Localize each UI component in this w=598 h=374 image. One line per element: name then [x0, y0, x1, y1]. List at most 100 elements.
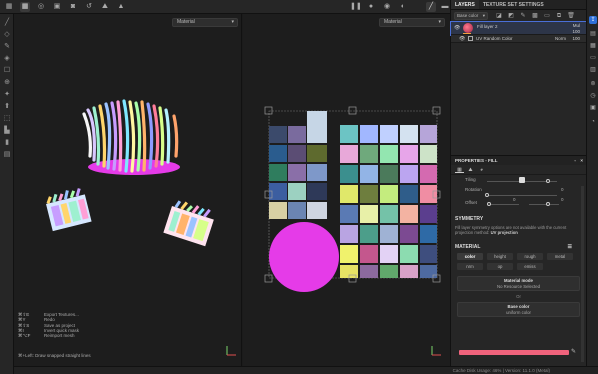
smudge-icon[interactable]: ☐ [2, 66, 12, 76]
display-icon[interactable]: ▭ [589, 54, 597, 62]
material-mode-box[interactable]: Material mode No Resource Selected [457, 276, 580, 292]
generator-icon [468, 36, 473, 41]
grid-ring-icon[interactable]: ◎ [36, 2, 46, 12]
material-dropdown-3d[interactable]: Material ▾ [172, 18, 238, 27]
projection-tab-icon[interactable]: ⛰ [466, 167, 475, 173]
folder-icon[interactable]: ▭ [543, 12, 551, 20]
tiling-lock-icon[interactable] [519, 177, 525, 183]
viewport-2d[interactable]: Material ▾ [243, 14, 450, 366]
fill-layer-icon[interactable]: ▩ [531, 12, 539, 20]
sphere-icon[interactable]: ◐ [398, 2, 408, 12]
projection-icon[interactable]: ✎ [2, 42, 12, 52]
offset-x-knob[interactable] [487, 202, 491, 206]
paint-layer-icon[interactable]: ✎ [519, 12, 527, 20]
viewport-3d[interactable]: Material ▾ ⌘⇧E Export Textures... ⌘Y Red… [14, 14, 242, 366]
chevron-down-icon: ▾ [482, 13, 485, 18]
eye-icon[interactable]: 👁 [459, 36, 465, 42]
shelf-icon[interactable]: ▥ [589, 66, 597, 74]
grid-icon[interactable]: ▦ [4, 2, 14, 12]
add-mask-icon[interactable]: ◩ [507, 12, 515, 20]
polygon-fill-icon[interactable]: ▙ [2, 126, 12, 136]
fill-tab-icon[interactable]: ▦ [455, 167, 464, 173]
layers-toolbar: Base color ▾ ◪ ◩ ✎ ▩ ▭ ⧉ 🗑 [451, 10, 586, 22]
grid-alt-icon[interactable]: ▦ [20, 2, 30, 12]
layers-panel: LAYERS TEXTURE SET SETTINGS Base color ▾ … [450, 0, 587, 155]
picker-icon[interactable]: ✦ [2, 90, 12, 100]
select-icon[interactable]: ⬚ [2, 114, 12, 124]
channel-height-button[interactable]: height [487, 253, 513, 261]
eraser-icon[interactable]: ◇ [2, 30, 12, 40]
left-tool-bar: ╱ ◇ ✎ ◈ ☐ ⊕ ✦ ⬆ ⬚ ▙ ▮ ▤ [0, 14, 14, 374]
clone-icon[interactable]: ⊕ [2, 78, 12, 88]
camera-icon[interactable]: ◙ [68, 2, 78, 12]
pause-icon[interactable]: ❚❚ [350, 2, 362, 12]
camera-panel-icon[interactable]: ◔ [589, 118, 597, 126]
channel-nrm-button[interactable]: nrm [457, 263, 483, 271]
layer-tool-icon[interactable]: ▤ [2, 150, 12, 160]
material-title: MATERIAL [455, 244, 481, 251]
stamp-icon[interactable]: ⬆ [2, 102, 12, 112]
log-icon[interactable]: ▣ [589, 104, 597, 112]
blend-mode[interactable]: Mul [573, 23, 580, 28]
close-icon[interactable]: × [580, 156, 583, 165]
tab-layers[interactable]: LAYERS [451, 0, 479, 9]
channel-metal-button[interactable]: metal [547, 253, 573, 261]
properties-title: PROPERTIES - FILL [455, 158, 498, 163]
shortcut-key: ⌘⌥F [18, 333, 31, 339]
layers-icon[interactable]: ▤ [589, 30, 597, 38]
material-tab-icon[interactable]: ◕ [477, 167, 486, 173]
pen-icon[interactable]: ╱ [426, 2, 436, 12]
export-icon[interactable]: ⇪ [589, 16, 597, 24]
duplicate-icon[interactable]: ⧉ [555, 12, 563, 20]
channel-color-button[interactable]: color [457, 253, 483, 261]
offset-x-value[interactable]: 0 [513, 197, 516, 202]
texture-set-icon[interactable]: ▦ [589, 42, 597, 50]
mountain-icon[interactable]: ⛰ [100, 2, 110, 12]
mountain-alt-icon[interactable]: ▲ [116, 2, 126, 12]
axis-gizmo-3d [226, 346, 236, 356]
eyedropper-icon[interactable]: ✎ [571, 348, 576, 355]
layer-opacity[interactable]: 100 [572, 36, 580, 41]
offset-y-knob[interactable] [546, 202, 550, 206]
base-color-box[interactable]: Base color uniform color [457, 302, 580, 318]
layer-fill-layer-2[interactable]: 👁 Fill layer 2 Mul 100 [450, 21, 587, 36]
uv-texture-view [264, 106, 441, 292]
blend-mode[interactable]: Norm [555, 36, 566, 41]
history-panel-icon[interactable]: ◷ [589, 92, 597, 100]
add-effect-icon[interactable]: ◪ [495, 12, 503, 20]
undock-icon[interactable]: ▫ [574, 156, 576, 165]
channel-op-button[interactable]: op [487, 263, 513, 271]
offset-y-value[interactable]: 0 [561, 197, 564, 202]
capture-icon[interactable]: ◉ [382, 2, 392, 12]
brush-icon[interactable]: ╱ [2, 18, 12, 28]
properties-scrollbar[interactable] [581, 186, 584, 362]
layer-uv-random-color[interactable]: 👁 UV Random Color Norm 100 [451, 35, 586, 43]
bar-icon[interactable]: ▬ [440, 2, 450, 12]
base-color-swatch[interactable] [459, 350, 569, 355]
rotation-value[interactable]: 0 [561, 187, 564, 192]
channel-dropdown[interactable]: Base color ▾ [454, 12, 488, 20]
offset-y-slider[interactable] [529, 204, 559, 205]
channel-emiss-button[interactable]: emiss [517, 263, 543, 271]
layers-tabs: LAYERS TEXTURE SET SETTINGS [451, 0, 586, 10]
material-settings-icon[interactable]: ☰ [568, 244, 572, 250]
geometry-icon[interactable]: ◈ [2, 54, 12, 64]
dot-icon[interactable]: ● [366, 2, 376, 12]
delete-icon[interactable]: 🗑 [567, 12, 575, 20]
eye-icon[interactable]: 👁 [454, 25, 460, 31]
tab-texture-set-settings[interactable]: TEXTURE SET SETTINGS [479, 0, 548, 9]
bake-icon[interactable]: ⊚ [589, 80, 597, 88]
offset-x-slider[interactable] [487, 204, 519, 205]
channel-rough-button[interactable]: rough [517, 253, 543, 261]
image-icon[interactable]: ▣ [52, 2, 62, 12]
tiling-knob[interactable] [546, 179, 550, 183]
layer-opacity[interactable]: 100 [572, 29, 580, 34]
material-mode-value: No Resource Selected [497, 283, 540, 289]
material-dropdown-label: Material [177, 19, 195, 25]
shortcut-list: ⌘⇧E Export Textures... ⌘Y Redo ⌘⇧S Save as … [18, 312, 79, 338]
history-icon[interactable]: ↺ [84, 2, 94, 12]
measure-icon[interactable]: ▮ [2, 138, 12, 148]
properties-header: PROPERTIES - FILL ▫ × [451, 156, 586, 165]
offset-label: Offset [465, 200, 477, 205]
rotation-slider[interactable] [487, 195, 557, 196]
